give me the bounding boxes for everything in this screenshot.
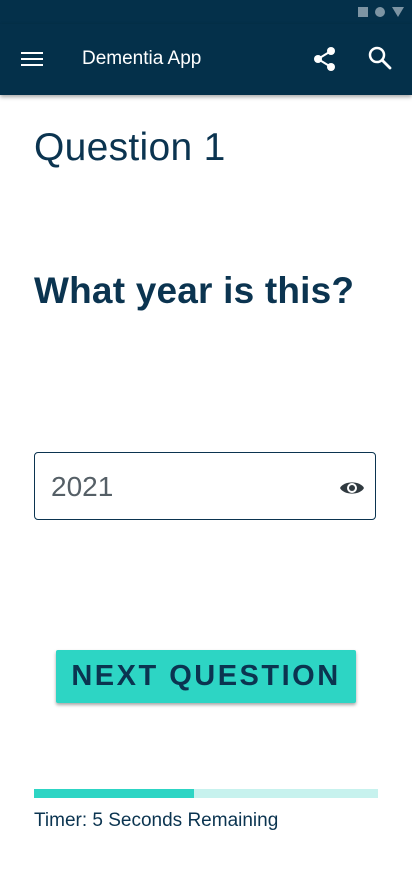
app-bar: Dementia App [0, 24, 412, 95]
status-circle-icon [375, 7, 385, 17]
timer-progress-bar [34, 789, 378, 798]
status-square-icon [358, 7, 368, 17]
share-icon[interactable] [312, 46, 338, 72]
eye-icon[interactable] [339, 475, 365, 501]
next-question-button[interactable]: NEXT QUESTION [56, 650, 356, 703]
timer-progress-fill [34, 789, 194, 798]
question-number: Question 1 [34, 126, 226, 169]
hamburger-menu-icon[interactable] [21, 48, 43, 70]
status-bar [0, 0, 412, 24]
status-icons [358, 7, 404, 17]
question-text: What year is this? [34, 270, 355, 311]
search-icon[interactable] [367, 45, 393, 71]
status-triangle-icon [392, 7, 404, 17]
app-title: Dementia App [82, 48, 202, 69]
timer-label: Timer: 5 Seconds Remaining [34, 810, 279, 831]
answer-field[interactable] [34, 452, 376, 520]
answer-input[interactable] [51, 467, 321, 507]
